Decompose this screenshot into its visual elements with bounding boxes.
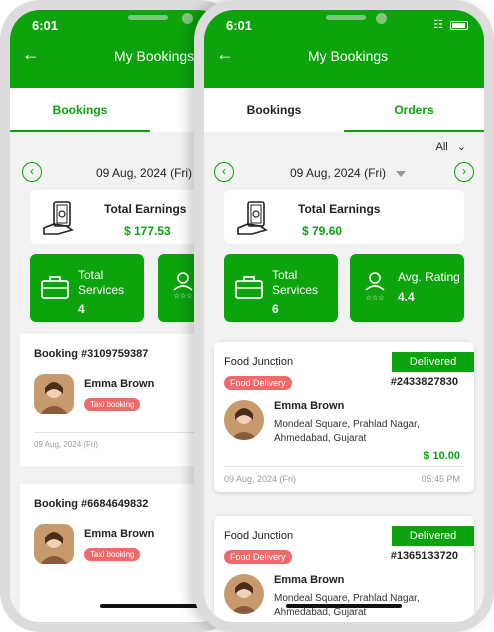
status-time: 6:01 bbox=[226, 18, 253, 33]
speaker-pill bbox=[326, 15, 366, 20]
service-tag: Food Delivery bbox=[224, 376, 292, 390]
battery-icon bbox=[450, 20, 468, 30]
briefcase-icon bbox=[41, 276, 69, 299]
order-id: #1365133720 bbox=[390, 550, 458, 562]
customer-name: Emma Brown bbox=[274, 574, 345, 586]
page-title: My Bookings bbox=[114, 48, 195, 64]
front-screen: 6:01 ☷ ← My Bookings Bookings Orders All… bbox=[204, 10, 484, 622]
avatar bbox=[224, 400, 264, 440]
services-label-line1: Total bbox=[272, 268, 298, 282]
status-time: 6:01 bbox=[32, 18, 59, 33]
services-label-line1: Total bbox=[78, 268, 104, 282]
earnings-label: Total Earnings bbox=[104, 202, 187, 216]
service-tag: Taxi booking bbox=[84, 398, 141, 411]
back-arrow-icon[interactable]: ← bbox=[22, 44, 40, 65]
order-amount: $ 10.00 bbox=[423, 450, 460, 462]
services-label: Total Services bbox=[272, 268, 318, 298]
status-badge: Delivered bbox=[392, 526, 474, 546]
avg-rating-card[interactable]: ☆☆☆ Avg. Rating 4.4 bbox=[350, 254, 464, 322]
tab-bar: Bookings Orders bbox=[204, 88, 484, 132]
avatar bbox=[34, 524, 74, 564]
date-label: 09 Aug, 2024 (Fri) bbox=[290, 166, 387, 180]
home-indicator[interactable] bbox=[100, 604, 210, 608]
home-indicator[interactable] bbox=[286, 604, 402, 608]
rating-label: Avg. Rating bbox=[398, 270, 460, 284]
tab-orders[interactable]: Orders bbox=[344, 88, 484, 132]
address-line1: Mondeal Square, Prahlad Nagar, bbox=[274, 419, 420, 430]
page-title: My Bookings bbox=[308, 48, 389, 64]
app-header: 6:01 ☷ ← My Bookings bbox=[204, 10, 484, 88]
camera-dot bbox=[376, 13, 387, 24]
money-hand-icon bbox=[43, 201, 74, 235]
customer-name: Emma Brown bbox=[84, 528, 155, 540]
filter-dropdown[interactable]: All ⌄ bbox=[435, 140, 466, 153]
user-rating-icon: ☆☆☆ bbox=[365, 272, 385, 302]
total-services-card[interactable]: Total Services 6 bbox=[224, 254, 338, 322]
date-row: ‹ 09 Aug, 2024 (Fri) bbox=[20, 162, 218, 184]
prev-date-button[interactable]: ‹ bbox=[214, 162, 234, 182]
tab-bookings[interactable]: Bookings bbox=[10, 88, 150, 132]
divider bbox=[224, 466, 464, 467]
tab-bookings[interactable]: Bookings bbox=[204, 88, 344, 132]
address-line2: Ahmedabad, Gujarat bbox=[274, 607, 367, 618]
svg-text:☆☆☆: ☆☆☆ bbox=[366, 294, 385, 302]
services-label: Total Services bbox=[78, 268, 124, 298]
chevron-down-icon: ⌄ bbox=[456, 141, 466, 153]
service-tag: Food Delivery bbox=[224, 550, 292, 564]
svg-text:☆☆☆: ☆☆☆ bbox=[174, 292, 193, 300]
booking-date: 09 Aug, 2024 (Fri) bbox=[34, 440, 99, 449]
avatar bbox=[34, 374, 74, 414]
order-card[interactable]: Food Junction Delivered Food Delivery #2… bbox=[214, 342, 474, 492]
date-label: 09 Aug, 2024 (Fri) bbox=[96, 166, 193, 180]
next-date-button[interactable]: › bbox=[454, 162, 474, 182]
status-badge: Delivered bbox=[392, 352, 474, 372]
avatar bbox=[224, 574, 264, 614]
rating-value: 4.4 bbox=[398, 290, 415, 304]
order-id: #2433827830 bbox=[390, 376, 458, 388]
back-arrow-icon[interactable]: ← bbox=[216, 44, 234, 65]
filter-label: All bbox=[435, 141, 448, 153]
order-time: 05:45 PM bbox=[421, 474, 460, 484]
booking-title: Booking #6684649832 bbox=[34, 498, 149, 510]
total-services-card[interactable]: Total Services 4 bbox=[30, 254, 144, 322]
address-line2: Ahmedabad, Gujarat bbox=[274, 433, 367, 444]
date-picker[interactable]: 09 Aug, 2024 (Fri) bbox=[290, 166, 407, 180]
camera-dot bbox=[182, 13, 193, 24]
customer-name: Emma Brown bbox=[274, 400, 345, 412]
date-row: ‹ 09 Aug, 2024 (Fri) › bbox=[214, 162, 474, 184]
services-label-line2: Services bbox=[78, 283, 125, 297]
status-icons: ☷ bbox=[433, 18, 468, 31]
caret-down-icon bbox=[396, 170, 407, 177]
briefcase-icon bbox=[235, 276, 263, 299]
services-value: 4 bbox=[78, 302, 85, 316]
services-value: 6 bbox=[272, 302, 279, 316]
money-hand-icon bbox=[237, 201, 268, 235]
earnings-value: $ 177.53 bbox=[124, 224, 171, 238]
front-phone: 6:01 ☷ ← My Bookings Bookings Orders All… bbox=[194, 0, 494, 632]
earnings-label: Total Earnings bbox=[298, 202, 381, 216]
speaker-pill bbox=[128, 15, 168, 20]
services-label-line2: Services bbox=[272, 283, 319, 297]
prev-date-button[interactable]: ‹ bbox=[22, 162, 42, 182]
customer-name: Emma Brown bbox=[84, 378, 155, 390]
order-date: 09 Aug, 2024 (Fri) bbox=[224, 474, 297, 484]
service-tag: Taxi booking bbox=[84, 548, 141, 561]
earnings-value: $ 79.60 bbox=[302, 224, 343, 238]
restaurant-name: Food Junction bbox=[224, 356, 294, 368]
booking-title: Booking #3109759387 bbox=[34, 348, 149, 360]
restaurant-name: Food Junction bbox=[224, 530, 294, 542]
earnings-card: Total Earnings $ 79.60 bbox=[224, 190, 464, 244]
wifi-icon: ☷ bbox=[433, 19, 445, 31]
